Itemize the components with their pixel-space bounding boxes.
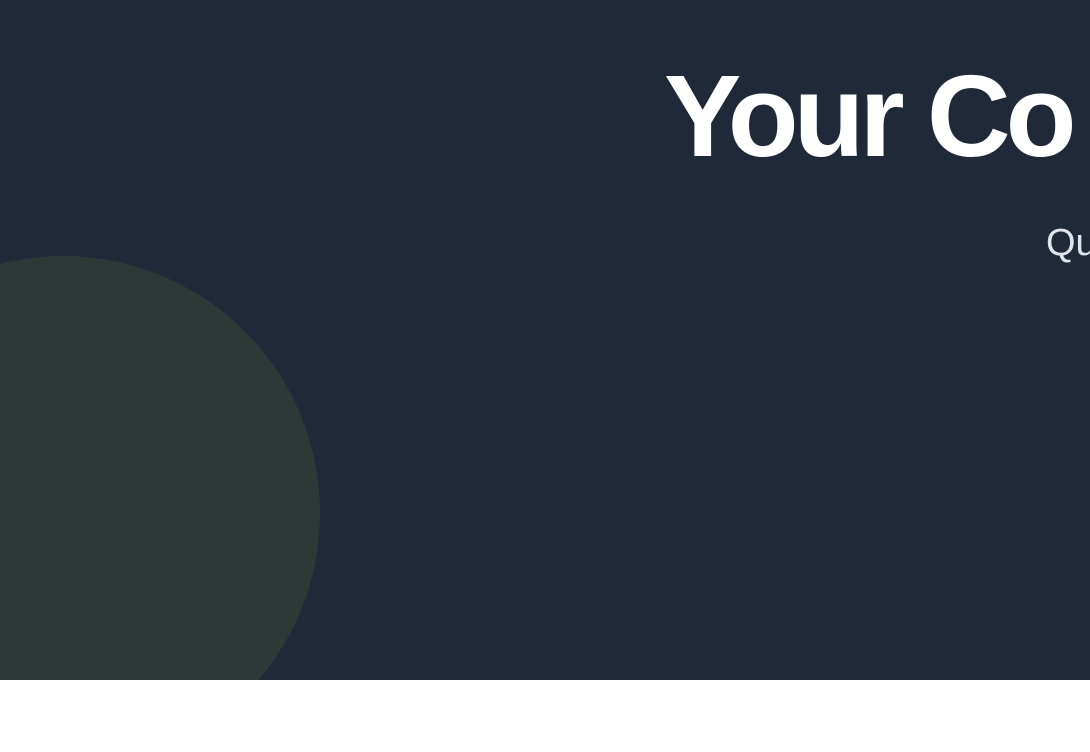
hero-title: Your Co <box>664 51 1076 181</box>
page-content-area <box>0 680 1090 752</box>
hero-section: Your Co Qu <box>0 0 1090 680</box>
decorative-circle <box>0 256 320 680</box>
hero-subtitle: Qu <box>1046 222 1090 264</box>
